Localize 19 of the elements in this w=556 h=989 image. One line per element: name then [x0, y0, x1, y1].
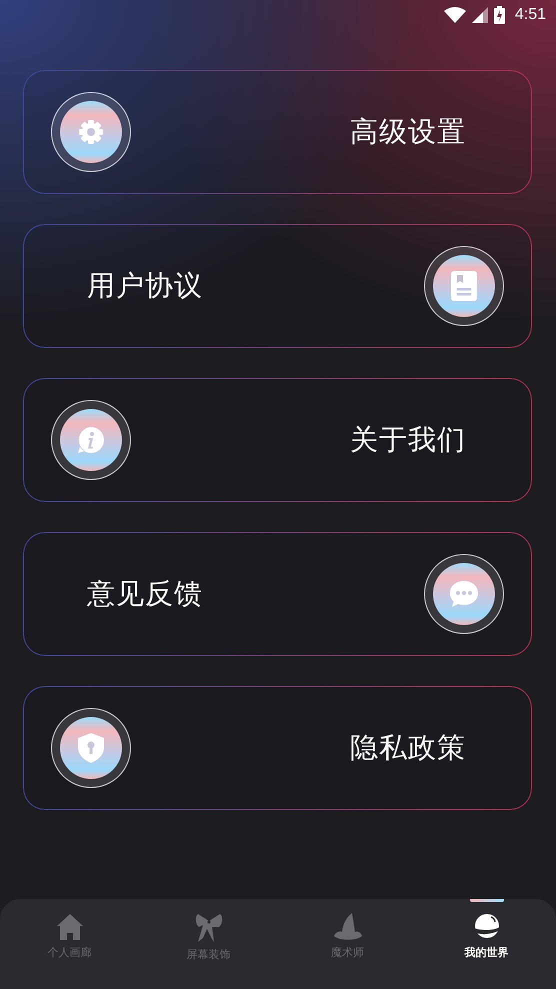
menu-label: 用户协议 — [87, 268, 203, 304]
menu-card[interactable]: 隐私政策 — [23, 686, 532, 810]
menu-card[interactable]: 高级设置 — [23, 70, 532, 194]
witch-hat-icon — [332, 913, 362, 941]
bow-icon — [194, 913, 222, 943]
menu-card[interactable]: 用户协议 — [23, 224, 532, 348]
signal-icon — [472, 7, 488, 23]
battery-icon — [494, 6, 505, 24]
selected-indicator — [470, 899, 504, 902]
menu-card[interactable]: 意见反馈 — [23, 532, 532, 656]
menu-label: 关于我们 — [350, 422, 466, 458]
menu-card[interactable]: 关于我们 — [23, 378, 532, 502]
menu-label: 意见反馈 — [87, 576, 203, 612]
status-time: 4:51 — [514, 6, 546, 24]
menu-label: 高级设置 — [350, 114, 466, 150]
menu-label: 隐私政策 — [350, 730, 466, 766]
wifi-icon — [444, 7, 466, 23]
tab[interactable]: 我的世界 — [417, 899, 556, 989]
house-icon — [56, 913, 84, 941]
